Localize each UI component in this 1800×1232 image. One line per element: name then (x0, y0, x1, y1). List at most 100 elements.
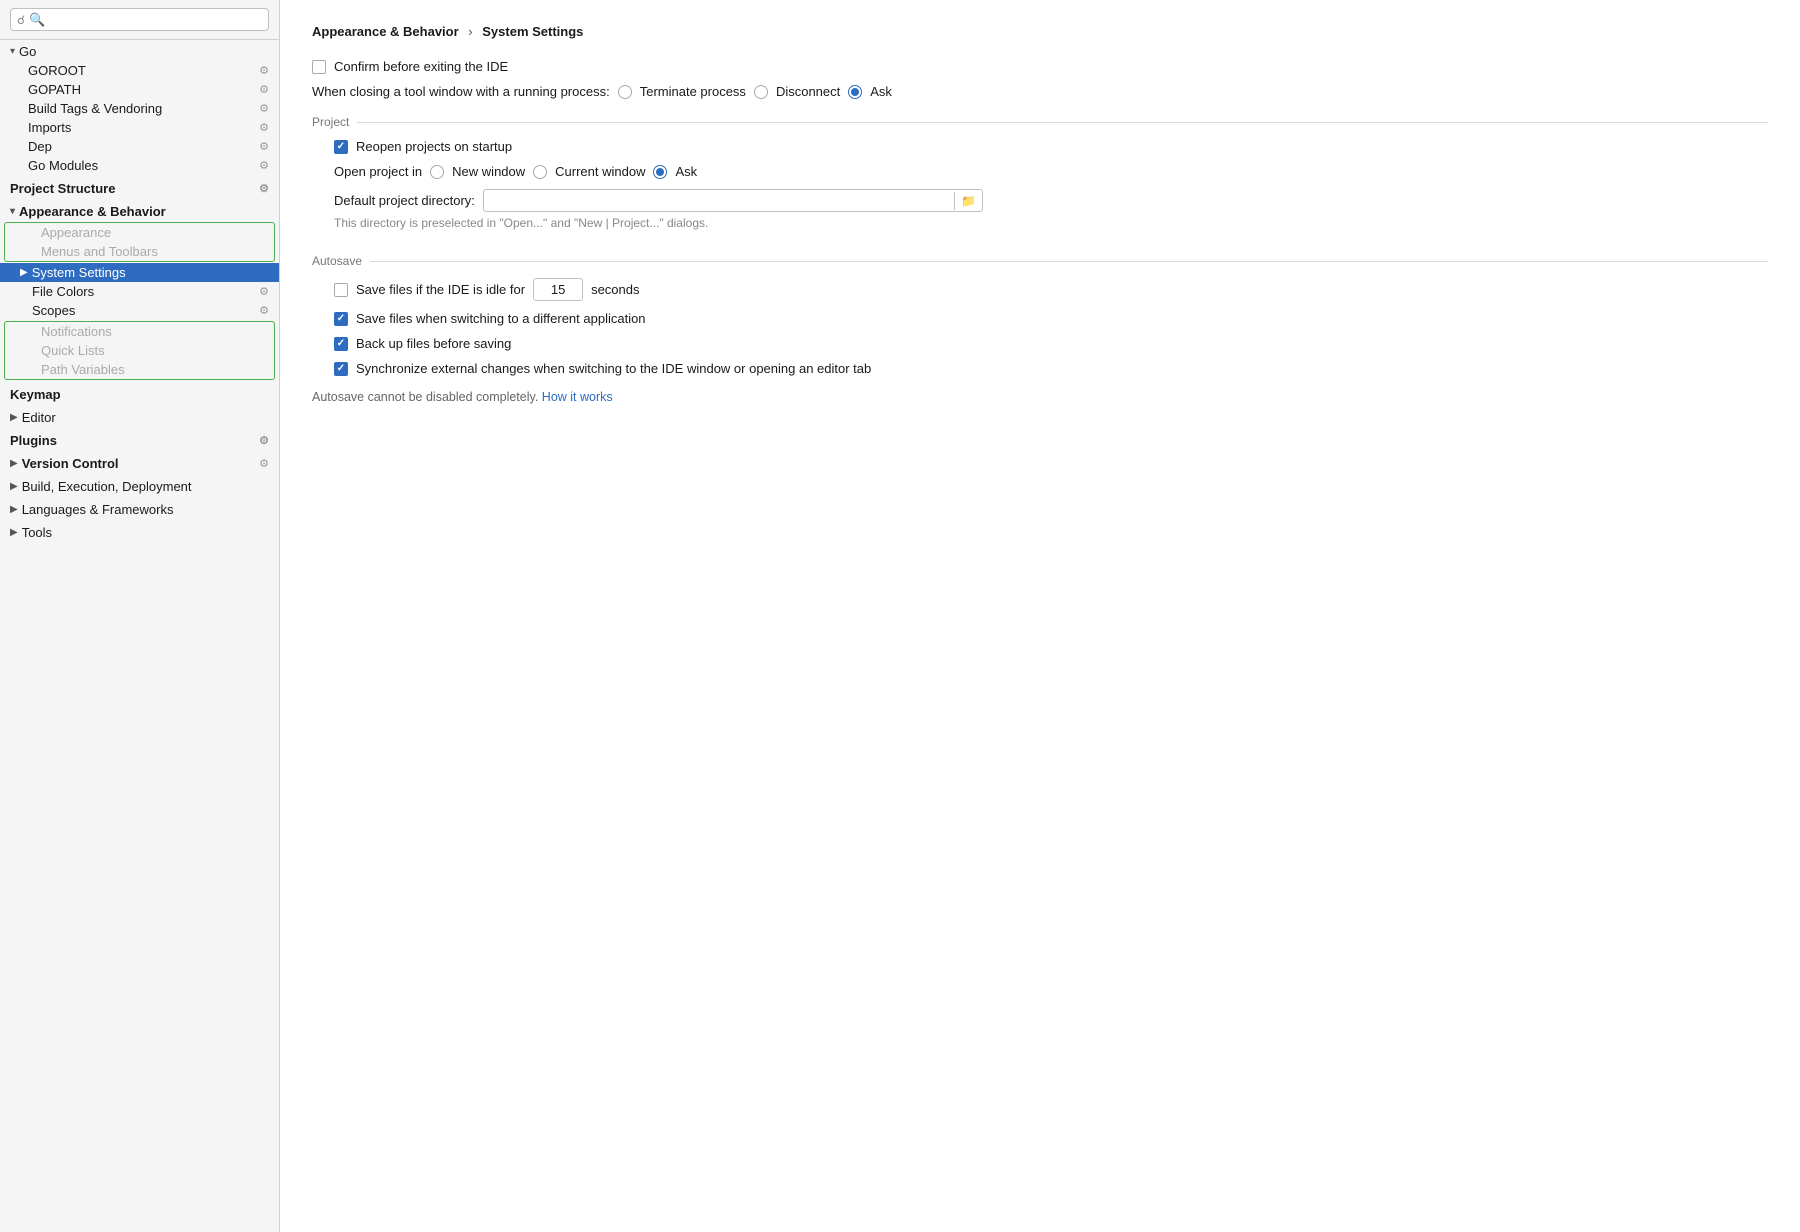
gear-icon: ⚙ (259, 182, 269, 195)
sync-checkbox[interactable] (334, 362, 348, 376)
chevron-version-control: ▶ (10, 458, 18, 469)
chevron-languages: ▶ (10, 504, 18, 515)
breadcrumb-separator: › (468, 24, 476, 39)
open-project-label: Open project in (334, 164, 422, 179)
tree-section-languages: ▶ Languages & Frameworks (0, 498, 279, 521)
dir-browse-button[interactable]: 📁 (954, 192, 982, 210)
save-idle-checkbox[interactable] (334, 283, 348, 297)
sidebar-item-label: System Settings (32, 265, 126, 280)
sidebar-item-label: Keymap (10, 387, 61, 402)
how-it-works-link[interactable]: How it works (542, 390, 613, 404)
save-idle-seconds-input[interactable] (533, 278, 583, 301)
chevron-tools: ▶ (10, 527, 18, 538)
save-switch-checkbox[interactable] (334, 312, 348, 326)
tree-section-keymap: Keymap (0, 383, 279, 406)
sidebar-item-label: Dep (28, 139, 52, 154)
sidebar-item-keymap[interactable]: Keymap (0, 385, 279, 404)
autosave-section-label: Autosave (312, 254, 1768, 268)
ask-radio[interactable] (848, 85, 862, 99)
backup-row: Back up files before saving (334, 336, 1768, 351)
reopen-row: Reopen projects on startup (334, 139, 1768, 154)
sidebar-item-label: Quick Lists (41, 343, 105, 358)
breadcrumb: Appearance & Behavior › System Settings (312, 24, 1768, 39)
search-icon: ☌ (17, 13, 25, 27)
sidebar-item-menus-toolbars[interactable]: Menus and Toolbars (5, 242, 274, 261)
search-wrapper[interactable]: ☌ (10, 8, 269, 31)
gear-icon: ⚙ (259, 457, 269, 470)
sidebar-item-label: GOROOT (28, 63, 86, 78)
save-idle-unit: seconds (591, 282, 639, 297)
ask-label: Ask (870, 84, 892, 99)
sidebar-item-label: Notifications (41, 324, 112, 339)
sidebar-item-tools[interactable]: ▶ Tools (0, 523, 279, 542)
sidebar-item-editor[interactable]: ▶ Editor (0, 408, 279, 427)
gear-icon: ⚙ (259, 159, 269, 172)
sidebar-item-file-colors[interactable]: File Colors ⚙ (0, 282, 279, 301)
autosave-note-text: Autosave cannot be disabled completely. (312, 390, 538, 404)
tree-section-build: ▶ Build, Execution, Deployment (0, 475, 279, 498)
gear-icon: ⚙ (259, 304, 269, 317)
current-window-radio[interactable] (533, 165, 547, 179)
ask-project-radio[interactable] (653, 165, 667, 179)
sidebar-item-dep[interactable]: Dep ⚙ (0, 137, 279, 156)
sidebar-item-label: Appearance & Behavior (19, 204, 166, 219)
terminate-label: Terminate process (640, 84, 746, 99)
sidebar-item-appearance[interactable]: Appearance (5, 223, 274, 242)
disconnect-radio[interactable] (754, 85, 768, 99)
sidebar-item-label: GOPATH (28, 82, 81, 97)
sidebar-item-label: File Colors (32, 284, 94, 299)
sidebar-item-gopath[interactable]: GOPATH ⚙ (0, 80, 279, 99)
sidebar-item-imports[interactable]: Imports ⚙ (0, 118, 279, 137)
sidebar-item-quick-lists[interactable]: Quick Lists (5, 341, 274, 360)
sidebar-item-appearance-behavior[interactable]: ▾ Appearance & Behavior (0, 202, 279, 221)
backup-checkbox[interactable] (334, 337, 348, 351)
gear-icon: ⚙ (259, 434, 269, 447)
reopen-label: Reopen projects on startup (356, 139, 512, 154)
sidebar-item-label: Go (19, 44, 36, 59)
sidebar-item-notifications[interactable]: Notifications (5, 322, 274, 341)
sidebar-item-label: Path Variables (41, 362, 125, 377)
sidebar-item-label: Menus and Toolbars (41, 244, 158, 259)
sidebar-item-go[interactable]: ▾ Go (0, 42, 279, 61)
green-group-top: Appearance Menus and Toolbars (4, 222, 275, 262)
project-section: Project Reopen projects on startup Open … (312, 115, 1768, 230)
sidebar-item-languages-frameworks[interactable]: ▶ Languages & Frameworks (0, 500, 279, 519)
sync-row: Synchronize external changes when switch… (334, 361, 1768, 376)
gear-icon: ⚙ (259, 140, 269, 153)
disconnect-label: Disconnect (776, 84, 840, 99)
gear-icon: ⚙ (259, 83, 269, 96)
default-dir-input[interactable] (484, 190, 954, 211)
sidebar-item-label: Editor (22, 410, 56, 425)
sidebar-item-system-settings[interactable]: ▶ System Settings (0, 263, 279, 282)
sidebar-item-path-variables[interactable]: Path Variables (5, 360, 274, 379)
green-group-bottom: Notifications Quick Lists Path Variables (4, 321, 275, 380)
sidebar-item-label: Build, Execution, Deployment (22, 479, 192, 494)
confirm-exit-checkbox[interactable] (312, 60, 326, 74)
project-section-label: Project (312, 115, 1768, 129)
sidebar-item-go-modules[interactable]: Go Modules ⚙ (0, 156, 279, 175)
reopen-checkbox[interactable] (334, 140, 348, 154)
sidebar-item-scopes[interactable]: Scopes ⚙ (0, 301, 279, 320)
sidebar-item-version-control[interactable]: ▶ Version Control ⚙ (0, 454, 279, 473)
terminate-radio[interactable] (618, 85, 632, 99)
autosave-note-row: Autosave cannot be disabled completely. … (312, 390, 1768, 404)
sidebar-item-label: Imports (28, 120, 71, 135)
sidebar-item-label: Plugins (10, 433, 57, 448)
sidebar-item-build-tags[interactable]: Build Tags & Vendoring ⚙ (0, 99, 279, 118)
save-idle-row: Save files if the IDE is idle for second… (334, 278, 1768, 301)
sidebar-item-project-structure[interactable]: Project Structure ⚙ (0, 179, 279, 198)
default-dir-label: Default project directory: (334, 193, 475, 208)
search-container: ☌ (0, 0, 279, 40)
autosave-section: Autosave Save files if the IDE is idle f… (312, 254, 1768, 404)
gear-icon: ⚙ (259, 121, 269, 134)
search-input[interactable] (29, 12, 262, 27)
sidebar-item-build-exec-deploy[interactable]: ▶ Build, Execution, Deployment (0, 477, 279, 496)
sidebar-item-plugins[interactable]: Plugins ⚙ (0, 431, 279, 450)
sidebar-item-goroot[interactable]: GOROOT ⚙ (0, 61, 279, 80)
new-window-radio[interactable] (430, 165, 444, 179)
gear-icon: ⚙ (259, 64, 269, 77)
sidebar-item-label: Appearance (41, 225, 111, 240)
tree-section-version-control: ▶ Version Control ⚙ (0, 452, 279, 475)
tree-section-tools: ▶ Tools (0, 521, 279, 544)
default-dir-row: Default project directory: 📁 (334, 189, 1768, 212)
